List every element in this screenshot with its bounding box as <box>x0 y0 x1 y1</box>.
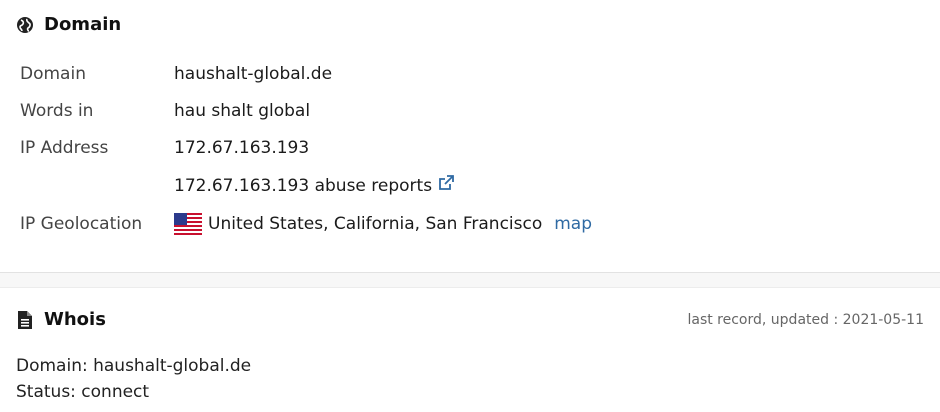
geo-row: IP Geolocation United States, California… <box>20 213 592 235</box>
whois-domain-line: Domain: haushalt-global.de <box>16 356 252 376</box>
whois-status-line: Status: connect <box>16 382 150 402</box>
geo-value: United States, California, San Francisco <box>208 214 543 234</box>
words-row: Words in hau shalt global <box>20 101 310 121</box>
geo-value-wrap: United States, California, San Francisco… <box>174 213 592 235</box>
geo-label: IP Geolocation <box>20 214 143 234</box>
document-icon <box>16 310 34 329</box>
domain-value: haushalt-global.de <box>174 64 333 84</box>
globe-icon <box>16 16 34 34</box>
domain-section-header: Domain <box>16 14 121 35</box>
words-value: hau shalt global <box>174 101 311 121</box>
domain-section-title: Domain <box>44 14 122 35</box>
us-flag-icon <box>174 213 202 235</box>
whois-section-header: Whois <box>16 309 106 330</box>
words-label: Words in <box>20 101 94 121</box>
whois-section-title: Whois <box>44 309 106 330</box>
abuse-row: 172.67.163.193 abuse reports <box>20 175 454 196</box>
ip-label: IP Address <box>20 138 109 158</box>
whois-updated: last record, updated : 2021-05-11 <box>687 312 924 328</box>
ip-address-link[interactable]: 172.67.163.193 <box>174 138 309 158</box>
section-divider <box>0 272 940 288</box>
external-link-icon <box>438 175 454 196</box>
domain-label: Domain <box>20 64 86 84</box>
ip-row: IP Address 172.67.163.193 <box>20 138 309 158</box>
domain-row: Domain haushalt-global.de <box>20 64 332 84</box>
abuse-reports-text: 172.67.163.193 abuse reports <box>174 175 433 196</box>
map-link[interactable]: map <box>554 214 592 234</box>
abuse-reports-link[interactable]: 172.67.163.193 abuse reports <box>174 175 454 196</box>
